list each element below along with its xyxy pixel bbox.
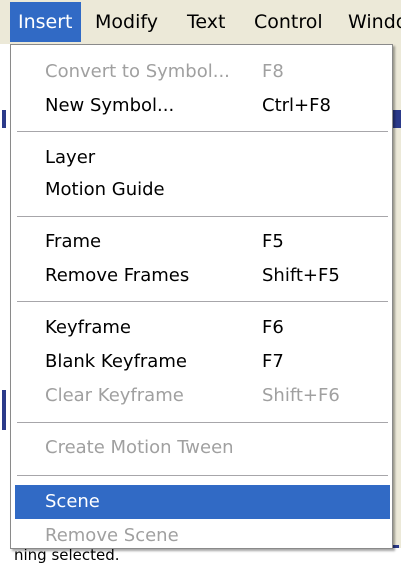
panel-edge-mark	[393, 110, 401, 128]
menu-item-create-motion-tween: Create Motion Tween	[15, 431, 390, 465]
menu-modify[interactable]: Modify	[87, 2, 166, 42]
menu-item-label: Clear Keyframe	[45, 385, 184, 406]
menu-window[interactable]: Windo	[340, 2, 401, 42]
menu-item-blank-keyframe[interactable]: Blank Keyframe F7	[15, 345, 390, 379]
menu-item-label: Convert to Symbol...	[45, 61, 230, 82]
menu-item-label: Layer	[45, 147, 96, 168]
menu-item-convert-to-symbol: Convert to Symbol... F8	[15, 55, 390, 89]
menu-item-remove-scene: Remove Scene	[15, 519, 390, 553]
menu-item-shortcut: Ctrl+F8	[262, 95, 331, 116]
menu-item-shortcut: Shift+F5	[262, 265, 340, 286]
menu-item-label: Remove Frames	[45, 265, 190, 286]
menu-separator	[17, 475, 388, 477]
menu-item-layer[interactable]: Layer	[15, 141, 390, 175]
menu-text[interactable]: Text	[179, 2, 233, 42]
menu-item-label: Motion Guide	[45, 179, 165, 200]
menu-insert[interactable]: Insert	[10, 2, 81, 42]
insert-menu-dropdown: Convert to Symbol... F8 New Symbol... Ct…	[10, 44, 393, 549]
menu-item-keyframe[interactable]: Keyframe F6	[15, 311, 390, 345]
menu-item-new-symbol[interactable]: New Symbol... Ctrl+F8	[15, 89, 390, 123]
panel-edge-mark	[2, 390, 6, 430]
menu-separator	[17, 422, 388, 424]
menu-item-shortcut: F7	[262, 351, 284, 372]
menu-item-frame[interactable]: Frame F5	[15, 225, 390, 259]
menu-item-motion-guide[interactable]: Motion Guide	[15, 173, 390, 207]
menu-separator	[17, 301, 388, 303]
menu-item-label: Scene	[45, 491, 100, 512]
menu-separator	[17, 131, 388, 133]
menu-item-label: Blank Keyframe	[45, 351, 187, 372]
menu-item-shortcut: F6	[262, 317, 284, 338]
menu-item-remove-frames[interactable]: Remove Frames Shift+F5	[15, 259, 390, 293]
menu-item-label: Create Motion Tween	[45, 437, 234, 458]
menu-separator	[17, 216, 388, 218]
menu-item-label: Keyframe	[45, 317, 132, 338]
menu-item-clear-keyframe: Clear Keyframe Shift+F6	[15, 379, 390, 413]
menu-control[interactable]: Control	[246, 2, 331, 42]
menu-item-shortcut: Shift+F6	[262, 385, 340, 406]
menu-item-label: Frame	[45, 231, 102, 252]
menu-item-label: New Symbol...	[45, 95, 175, 116]
menu-item-label: Remove Scene	[45, 525, 179, 546]
menu-item-shortcut: F5	[262, 231, 284, 252]
menu-item-scene[interactable]: Scene	[15, 485, 390, 519]
panel-edge-mark	[2, 110, 6, 128]
menu-bar: Insert Modify Text Control Windo	[0, 0, 401, 44]
menu-item-shortcut: F8	[262, 61, 284, 82]
